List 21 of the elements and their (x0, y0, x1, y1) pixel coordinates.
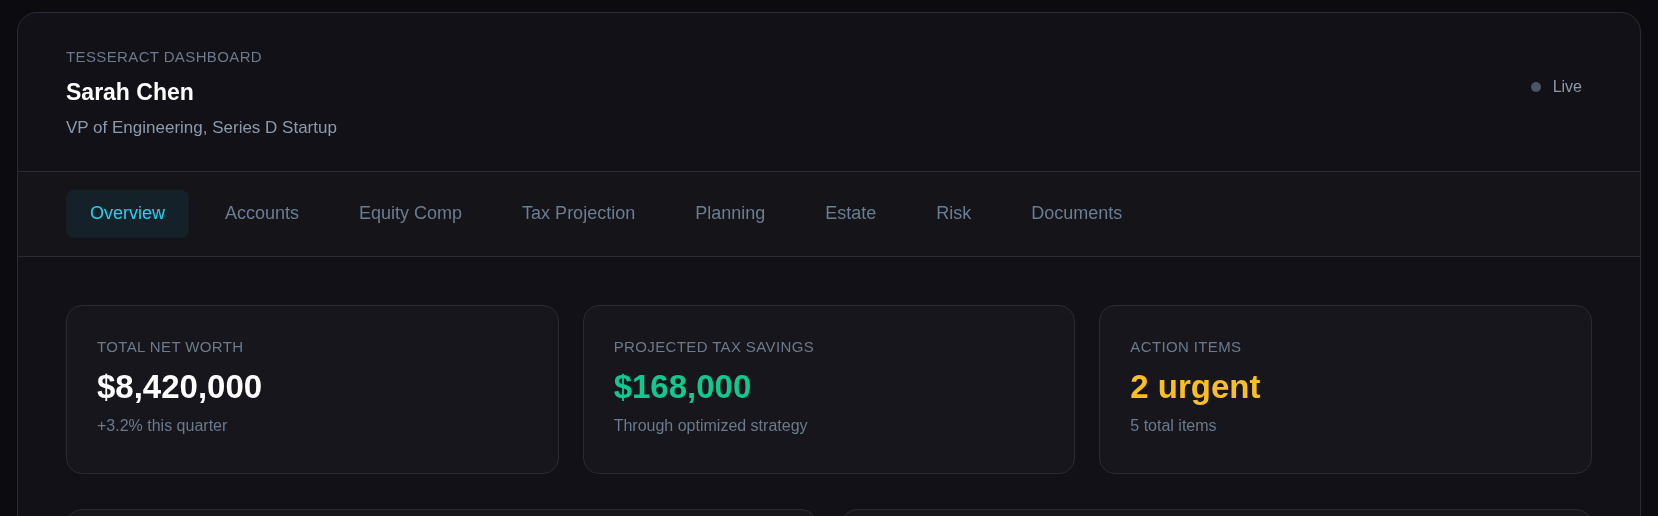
user-name: Sarah Chen (66, 77, 195, 107)
dashboard-eyebrow: TESSERACT DASHBOARD (66, 47, 264, 67)
stat-note: +3.2% this quarter (97, 415, 229, 436)
nav-tab[interactable]: Estate (801, 189, 901, 238)
nav-tab[interactable]: Planning (671, 189, 790, 238)
nav-tab[interactable]: Risk (912, 189, 996, 238)
stat-label: TOTAL NET WORTH (97, 336, 245, 357)
user-role: VP of Engineering, Series D Startup (66, 117, 337, 139)
nav-tab[interactable]: Overview (66, 189, 189, 238)
stat-note: 5 total items (1130, 415, 1218, 436)
stat-label: PROJECTED TAX SAVINGS (613, 336, 816, 357)
stat-value: $168,000 (613, 367, 753, 407)
stat-value: 2 urgent (1130, 367, 1262, 407)
nav-tab[interactable]: Accounts (201, 189, 324, 238)
nav-tab[interactable]: Documents (1007, 189, 1147, 238)
nav-tab[interactable]: Equity Comp (335, 189, 487, 238)
status-label: Live (1552, 77, 1582, 98)
stat-label: ACTION ITEMS (1130, 336, 1243, 357)
stat-note: Through optimized strategy (613, 415, 809, 436)
stat-value: $8,420,000 (97, 367, 264, 407)
nav-tab[interactable]: Tax Projection (498, 189, 660, 238)
